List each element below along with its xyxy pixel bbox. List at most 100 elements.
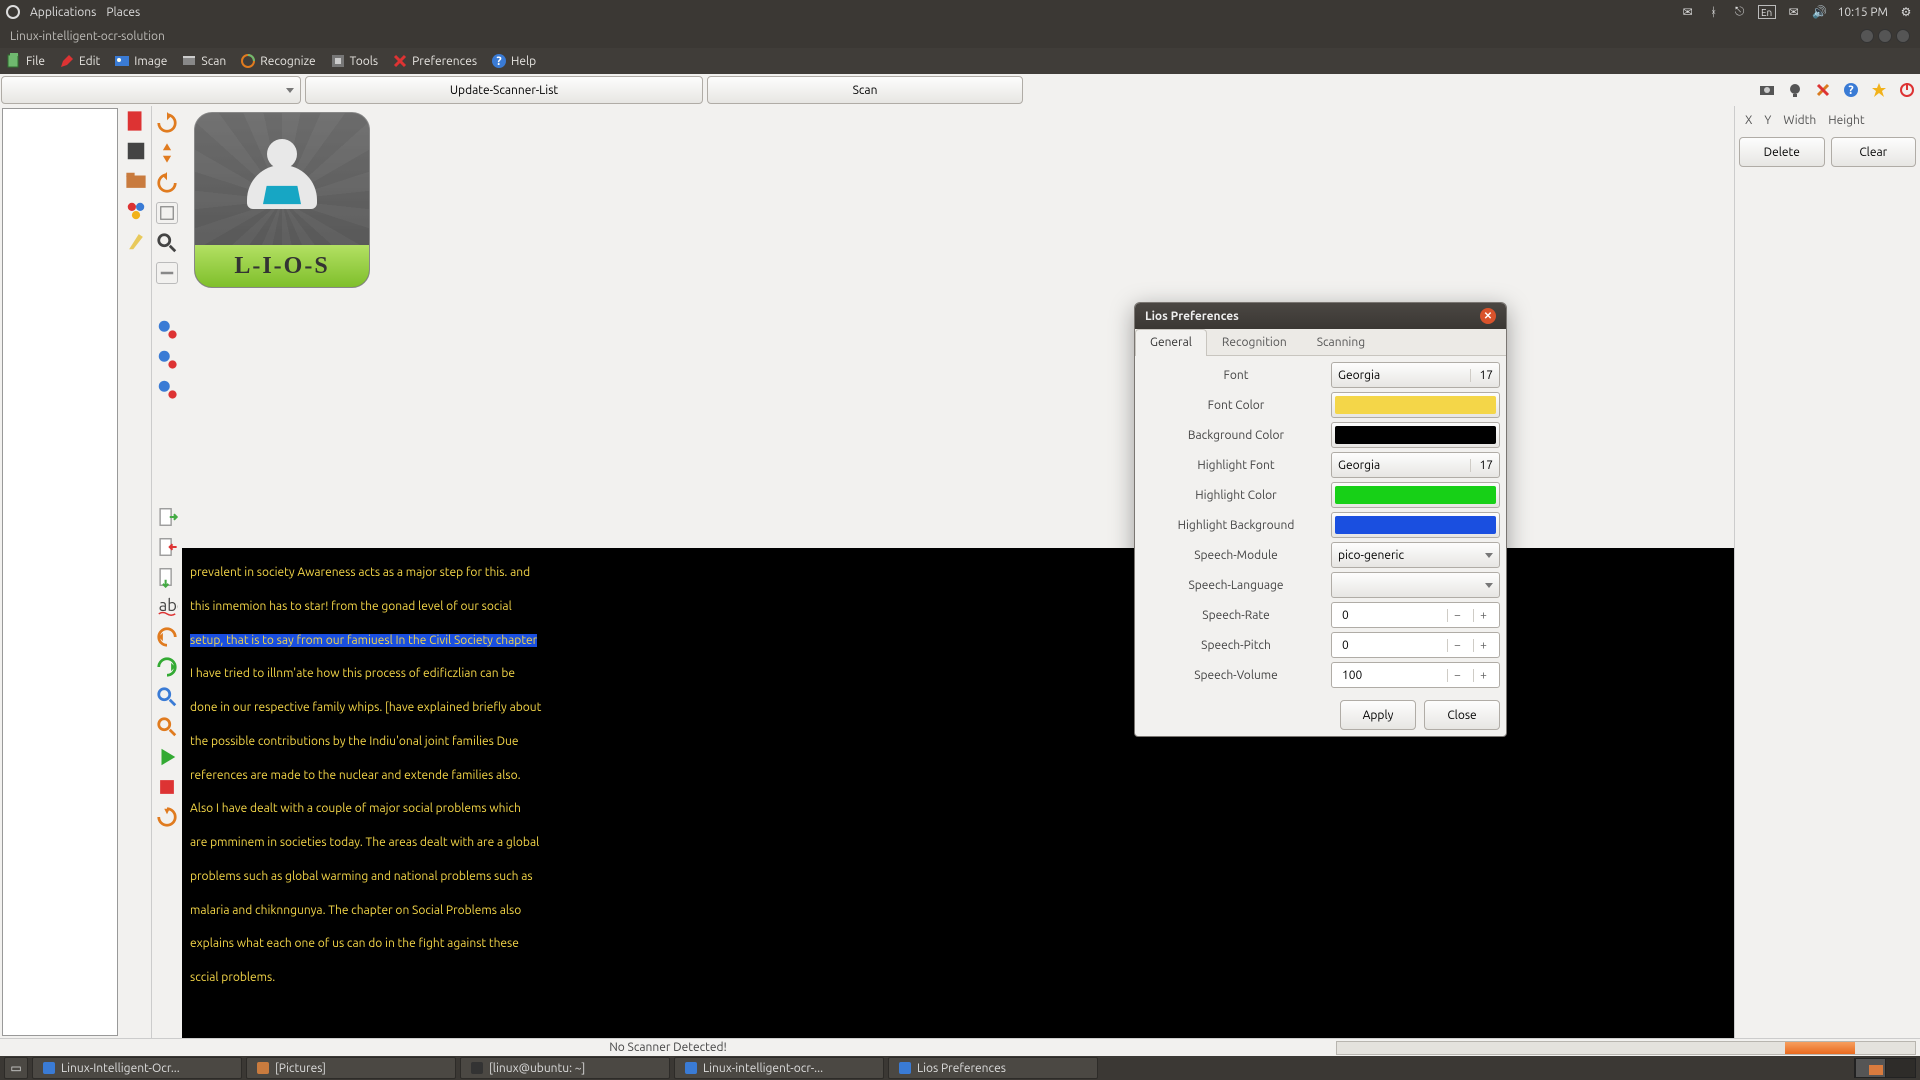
window-maximize-button[interactable] xyxy=(1878,29,1892,43)
export-text-icon[interactable] xyxy=(156,506,178,528)
jump-icon[interactable] xyxy=(156,806,178,828)
power-gear-icon[interactable]: ⚙ xyxy=(1898,4,1914,20)
marker-green-icon[interactable] xyxy=(156,348,178,370)
scan-button[interactable]: Scan xyxy=(707,76,1023,104)
update-scanner-list-button[interactable]: Update-Scanner-List xyxy=(305,76,703,104)
messaging-icon[interactable]: ✉ xyxy=(1680,4,1696,20)
bluetooth-icon[interactable]: ᚼ xyxy=(1706,4,1722,20)
highlight-color-label: Highlight Color xyxy=(1141,489,1331,502)
screenshot-tool-icon[interactable] xyxy=(1755,78,1779,102)
thumb-palette-icon[interactable] xyxy=(125,200,147,222)
show-desktop-button[interactable]: ▭ xyxy=(4,1057,28,1079)
marker-blue-icon[interactable] xyxy=(156,378,178,400)
highlight-font-label: Highlight Font xyxy=(1141,459,1331,472)
webcam-tool-icon[interactable] xyxy=(1783,78,1807,102)
quit-tool-icon[interactable] xyxy=(1895,78,1919,102)
menu-preferences[interactable]: Preferences xyxy=(392,53,477,69)
rotate-left-icon[interactable] xyxy=(156,172,178,194)
play-icon[interactable] xyxy=(156,746,178,768)
highlight-bg-picker[interactable] xyxy=(1331,512,1500,538)
speech-rate-spin[interactable]: 0−+ xyxy=(1331,602,1500,628)
zoom-fit-icon[interactable] xyxy=(156,202,178,224)
dialog-titlebar[interactable]: Lios Preferences ✕ xyxy=(1135,303,1506,329)
font-picker[interactable]: Georgia17 xyxy=(1331,362,1500,388)
svg-text:?: ? xyxy=(1848,84,1853,97)
status-bar: No Scanner Detected! xyxy=(0,1038,1920,1056)
col-width: Width xyxy=(1783,114,1816,127)
speech-pitch-label: Speech-Pitch xyxy=(1141,639,1331,652)
import-text-icon[interactable] xyxy=(156,536,178,558)
tab-general[interactable]: General xyxy=(1135,329,1207,356)
places-menu[interactable]: Places xyxy=(106,6,140,19)
undo-icon[interactable] xyxy=(156,626,178,648)
redo-icon[interactable] xyxy=(156,656,178,678)
plus-icon[interactable]: + xyxy=(1473,639,1493,652)
speech-volume-spin[interactable]: 100−+ xyxy=(1331,662,1500,688)
menu-help[interactable]: ?Help xyxy=(491,53,536,69)
window-close-button[interactable] xyxy=(1896,29,1910,43)
rotate-right-icon[interactable] xyxy=(156,112,178,134)
menu-image[interactable]: Image xyxy=(114,53,167,69)
settings-tool-icon[interactable] xyxy=(1811,78,1835,102)
menu-edit[interactable]: Edit xyxy=(59,53,100,69)
thumb-clipboard-icon[interactable] xyxy=(125,140,147,162)
wifi-icon[interactable]: ⎋ xyxy=(1732,4,1748,20)
bg-color-picker[interactable] xyxy=(1331,422,1500,448)
minus-icon[interactable]: − xyxy=(1447,639,1467,652)
thumb-brush-icon[interactable] xyxy=(125,230,147,252)
taskbar-item-3[interactable]: [linux@ubuntu: ~] xyxy=(460,1057,670,1079)
plus-icon[interactable]: + xyxy=(1473,669,1493,682)
minus-icon[interactable]: − xyxy=(1447,609,1467,622)
taskbar-item-1[interactable]: Linux-Intelligent-Ocr... xyxy=(32,1057,242,1079)
thumbnail-list[interactable] xyxy=(2,108,118,1036)
stop-icon[interactable] xyxy=(156,776,178,798)
save-text-icon[interactable] xyxy=(156,566,178,588)
app-logo: L-I-O-S xyxy=(194,112,370,288)
ubuntu-logo-icon[interactable] xyxy=(6,5,20,19)
speech-module-select[interactable]: pico-generic xyxy=(1331,542,1500,568)
clock[interactable]: 10:15 PM xyxy=(1838,6,1888,19)
scanner-select[interactable] xyxy=(1,76,301,104)
image-tools-strip: abc xyxy=(152,106,182,1038)
delete-region-button[interactable]: Delete xyxy=(1739,137,1825,167)
tab-recognition[interactable]: Recognition xyxy=(1207,329,1302,355)
workspace-switcher[interactable] xyxy=(1854,1058,1916,1078)
help-tool-icon[interactable]: ? xyxy=(1839,78,1863,102)
find-icon[interactable] xyxy=(156,686,178,708)
marker-red-icon[interactable] xyxy=(156,318,178,340)
tab-scanning[interactable]: Scanning xyxy=(1302,329,1380,355)
speech-language-select[interactable] xyxy=(1331,572,1500,598)
taskbar-item-2[interactable]: [Pictures] xyxy=(246,1057,456,1079)
menu-file[interactable]: File xyxy=(6,53,45,69)
speech-pitch-spin[interactable]: 0−+ xyxy=(1331,632,1500,658)
flip-vertical-icon[interactable] xyxy=(156,142,178,164)
font-color-picker[interactable] xyxy=(1331,392,1500,418)
window-minimize-button[interactable] xyxy=(1860,29,1874,43)
taskbar-item-4[interactable]: Linux-intelligent-ocr-... xyxy=(674,1057,884,1079)
find-replace-icon[interactable] xyxy=(156,716,178,738)
favorite-tool-icon[interactable] xyxy=(1867,78,1891,102)
plus-icon[interactable]: + xyxy=(1473,609,1493,622)
keyboard-lang-indicator[interactable]: En xyxy=(1758,5,1776,19)
menu-scan[interactable]: Scan xyxy=(181,53,226,69)
zoom-out-icon[interactable] xyxy=(156,262,178,284)
spellcheck-icon[interactable]: abc xyxy=(156,596,178,618)
thumb-pdf-icon[interactable] xyxy=(125,110,147,132)
dialog-close-icon[interactable]: ✕ xyxy=(1480,308,1496,324)
highlight-font-picker[interactable]: Georgia17 xyxy=(1331,452,1500,478)
mail-icon[interactable]: ✉ xyxy=(1786,4,1802,20)
zoom-icon[interactable] xyxy=(156,232,178,254)
applications-menu[interactable]: Applications xyxy=(30,6,96,19)
apply-button[interactable]: Apply xyxy=(1340,700,1416,730)
taskbar-item-5[interactable]: Lios Preferences xyxy=(888,1057,1098,1079)
menu-recognize[interactable]: Recognize xyxy=(240,53,315,69)
col-height: Height xyxy=(1828,114,1864,127)
menu-tools[interactable]: Tools xyxy=(330,53,379,69)
clear-regions-button[interactable]: Clear xyxy=(1831,137,1917,167)
regions-panel: X Y Width Height Delete Clear xyxy=(1734,106,1920,1038)
volume-icon[interactable]: 🔊 xyxy=(1812,4,1828,20)
minus-icon[interactable]: − xyxy=(1447,669,1467,682)
highlight-color-picker[interactable] xyxy=(1331,482,1500,508)
close-button[interactable]: Close xyxy=(1424,700,1500,730)
thumb-folder-icon[interactable] xyxy=(125,170,147,192)
